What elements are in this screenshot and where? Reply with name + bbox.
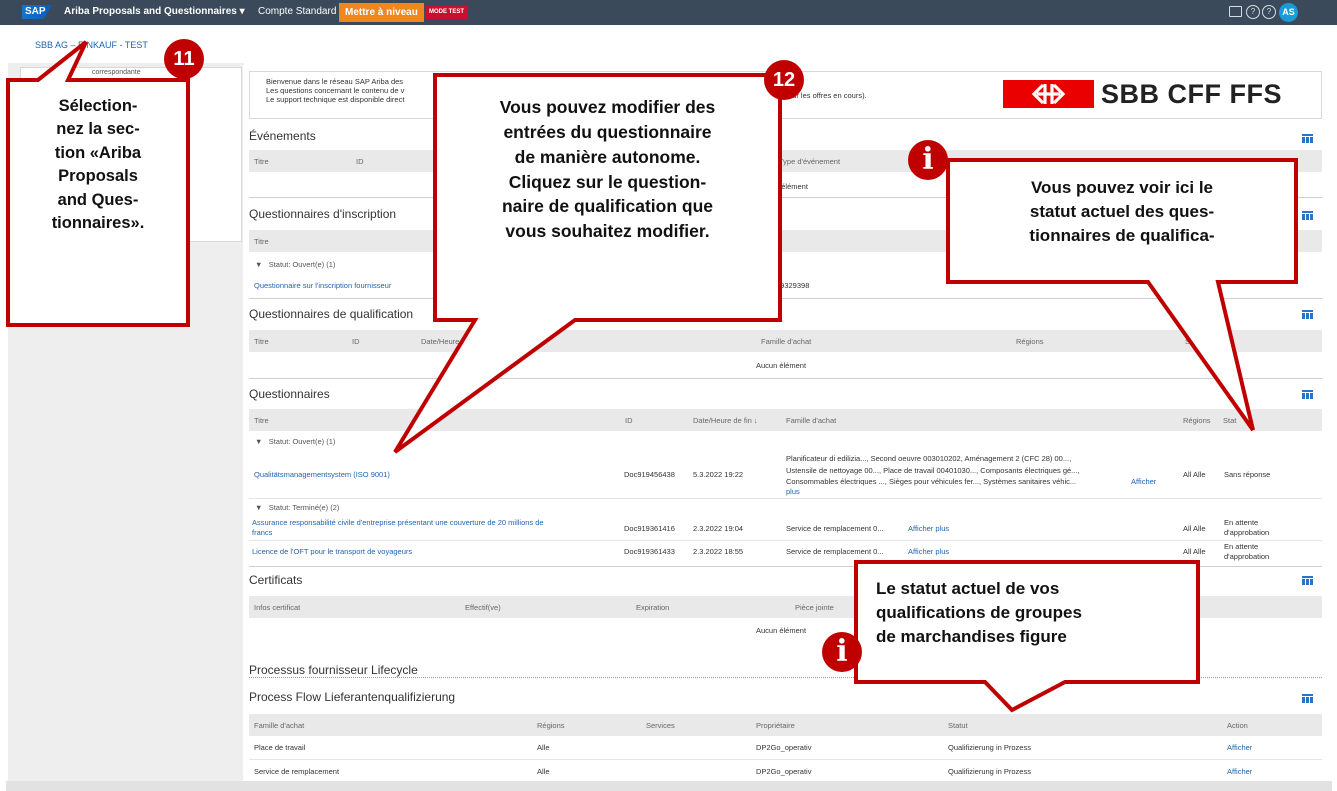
info-icon: i <box>822 632 862 672</box>
callout-11-text: Sélection- nez la sec- tion «Ariba Propo… <box>51 97 145 233</box>
step-11-badge: 11 <box>164 39 204 79</box>
callout-12-text: Vous pouvez modifier des entrées du ques… <box>499 97 716 242</box>
callout-info2-text: Le statut actuel de vos qualifications d… <box>876 579 1082 647</box>
info-icon: i <box>908 140 948 180</box>
step-12-badge: 12 <box>764 60 804 100</box>
callout-info1-text: Vous pouvez voir ici le statut actuel de… <box>1029 178 1215 246</box>
